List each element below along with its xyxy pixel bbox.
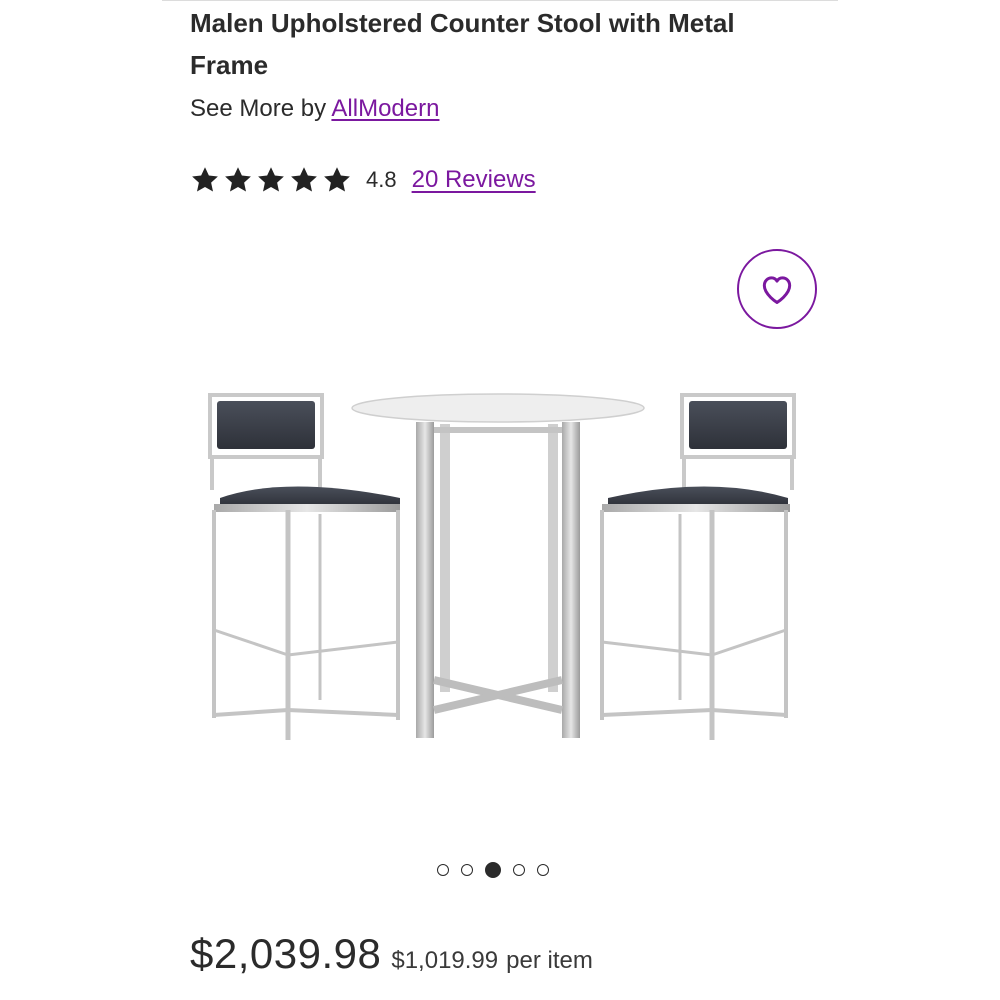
star-icon (223, 165, 253, 195)
carousel-dot[interactable] (537, 864, 549, 876)
sale-price: $2,039.98 (190, 930, 382, 977)
rating-row: 4.8 20 Reviews (190, 160, 536, 200)
star-icon (256, 165, 286, 195)
favorite-button[interactable] (737, 249, 817, 329)
product-image[interactable] (190, 380, 830, 760)
star-icon (289, 165, 319, 195)
reviews-link[interactable]: 20 Reviews (412, 166, 536, 194)
heart-outline-icon (758, 270, 796, 308)
rating-value: 4.8 (366, 167, 397, 192)
star-icon (190, 165, 220, 195)
carousel-dots (437, 862, 549, 878)
unit-price-value: $1,019.99 (391, 947, 499, 974)
left-stool (208, 393, 400, 740)
top-divider (162, 0, 838, 1)
carousel-dot[interactable] (437, 864, 449, 876)
rating-stars (190, 165, 352, 195)
carousel-dot-active[interactable] (485, 862, 501, 878)
carousel-dot[interactable] (461, 864, 473, 876)
right-stool (600, 393, 796, 740)
unit-price-suffix: per item (506, 947, 593, 974)
brand-prefix: See More by (190, 95, 327, 122)
brand-link[interactable]: AllModern (331, 95, 439, 122)
star-icon (322, 165, 352, 195)
brand-line: See More by AllModern (190, 92, 439, 126)
price-row: $2,039.98 $1,019.99 per item (190, 930, 593, 978)
product-title: Malen Upholstered Counter Stool with Met… (190, 8, 735, 80)
carousel-dot[interactable] (513, 864, 525, 876)
unit-price: $1,019.99 per item (391, 947, 592, 975)
